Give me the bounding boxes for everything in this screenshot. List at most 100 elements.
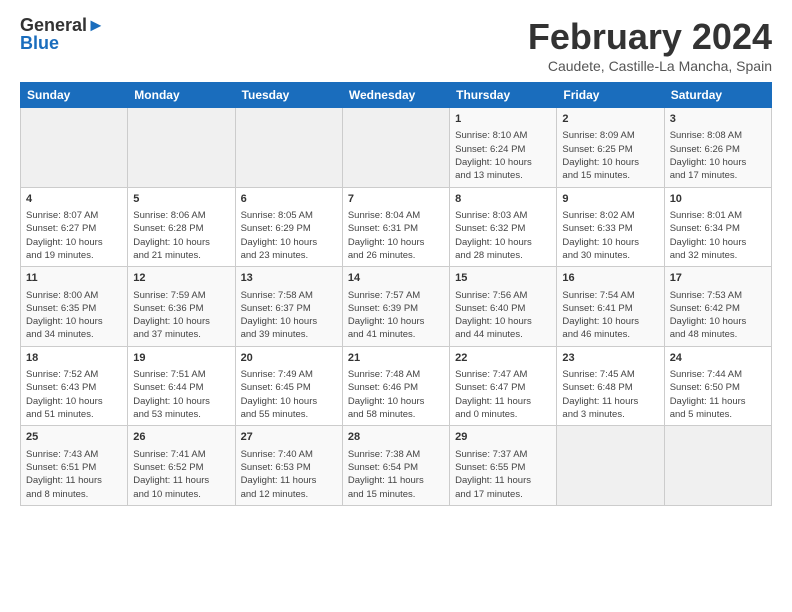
day-info: Sunrise: 8:04 AMSunset: 6:31 PMDaylight:… xyxy=(348,209,444,262)
days-row: SundayMondayTuesdayWednesdayThursdayFrid… xyxy=(21,83,772,108)
calendar-week-3: 11 Sunrise: 8:00 AMSunset: 6:35 PMDayligh… xyxy=(21,267,772,347)
day-number: 21 xyxy=(348,351,444,366)
calendar-cell: 16Sunrise: 7:54 AMSunset: 6:41 PMDayligh… xyxy=(557,267,664,347)
day-number: 23 xyxy=(562,351,658,366)
calendar-body: 1Sunrise: 8:10 AMSunset: 6:24 PMDaylight… xyxy=(21,108,772,506)
calendar-cell xyxy=(21,108,128,188)
page-header: General► Blue February 2024 Caudete, Cas… xyxy=(20,16,772,74)
calendar-cell: 8 Sunrise: 8:03 AMSunset: 6:32 PMDaylight… xyxy=(450,187,557,267)
calendar-subtitle: Caudete, Castille-La Mancha, Spain xyxy=(528,58,772,74)
day-number: 12 xyxy=(133,271,229,286)
calendar-cell: 22 Sunrise: 7:47 AMSunset: 6:47 PMDayligh… xyxy=(450,346,557,426)
day-info: Sunrise: 7:59 AMSunset: 6:36 PMDaylight:… xyxy=(133,289,229,342)
day-number: 15 xyxy=(455,271,551,286)
calendar-cell: 7Sunrise: 8:04 AMSunset: 6:31 PMDaylight… xyxy=(342,187,449,267)
calendar-header: SundayMondayTuesdayWednesdayThursdayFrid… xyxy=(21,83,772,108)
day-info: Sunrise: 7:51 AMSunset: 6:44 PMDaylight:… xyxy=(133,368,229,421)
day-info: Sunrise: 8:02 AMSunset: 6:33 PMDaylight:… xyxy=(562,209,658,262)
day-header-wednesday: Wednesday xyxy=(342,83,449,108)
calendar-week-5: 25 Sunrise: 7:43 AMSunset: 6:51 PMDayligh… xyxy=(21,426,772,506)
calendar-cell xyxy=(342,108,449,188)
day-header-sunday: Sunday xyxy=(21,83,128,108)
calendar-cell: 17 Sunrise: 7:53 AMSunset: 6:42 PMDayligh… xyxy=(664,267,771,347)
calendar-cell: 15 Sunrise: 7:56 AMSunset: 6:40 PMDayligh… xyxy=(450,267,557,347)
day-info: Sunrise: 7:38 AMSunset: 6:54 PMDaylight:… xyxy=(348,448,444,501)
day-info: Sunrise: 7:45 AMSunset: 6:48 PMDaylight:… xyxy=(562,368,658,421)
day-info: Sunrise: 7:44 AMSunset: 6:50 PMDaylight:… xyxy=(670,368,766,421)
logo: General► Blue xyxy=(20,16,105,54)
calendar-cell xyxy=(664,426,771,506)
day-header-monday: Monday xyxy=(128,83,235,108)
calendar-title: February 2024 xyxy=(528,16,772,58)
day-info: Sunrise: 8:08 AMSunset: 6:26 PMDaylight:… xyxy=(670,129,766,182)
calendar-cell: 27Sunrise: 7:40 AMSunset: 6:53 PMDayligh… xyxy=(235,426,342,506)
calendar-week-4: 18 Sunrise: 7:52 AMSunset: 6:43 PMDayligh… xyxy=(21,346,772,426)
day-number: 25 xyxy=(26,430,122,445)
day-number: 3 xyxy=(670,112,766,127)
day-info: Sunrise: 7:49 AMSunset: 6:45 PMDaylight:… xyxy=(241,368,337,421)
title-block: February 2024 Caudete, Castille-La Manch… xyxy=(528,16,772,74)
day-number: 29 xyxy=(455,430,551,445)
day-header-thursday: Thursday xyxy=(450,83,557,108)
day-header-tuesday: Tuesday xyxy=(235,83,342,108)
calendar-cell: 26 Sunrise: 7:41 AMSunset: 6:52 PMDayligh… xyxy=(128,426,235,506)
calendar-cell: 25 Sunrise: 7:43 AMSunset: 6:51 PMDayligh… xyxy=(21,426,128,506)
calendar-cell: 9 Sunrise: 8:02 AMSunset: 6:33 PMDaylight… xyxy=(557,187,664,267)
calendar-cell: 4 Sunrise: 8:07 AMSunset: 6:27 PMDaylight… xyxy=(21,187,128,267)
day-number: 28 xyxy=(348,430,444,445)
day-info: Sunrise: 7:56 AMSunset: 6:40 PMDaylight:… xyxy=(455,289,551,342)
day-number: 20 xyxy=(241,351,337,366)
calendar-cell: 2Sunrise: 8:09 AMSunset: 6:25 PMDaylight… xyxy=(557,108,664,188)
calendar-cell: 14Sunrise: 7:57 AMSunset: 6:39 PMDayligh… xyxy=(342,267,449,347)
calendar-week-1: 1Sunrise: 8:10 AMSunset: 6:24 PMDaylight… xyxy=(21,108,772,188)
day-info: Sunrise: 7:48 AMSunset: 6:46 PMDaylight:… xyxy=(348,368,444,421)
day-info: Sunrise: 7:53 AMSunset: 6:42 PMDaylight:… xyxy=(670,289,766,342)
day-info: Sunrise: 8:03 AMSunset: 6:32 PMDaylight:… xyxy=(455,209,551,262)
calendar-cell: 24Sunrise: 7:44 AMSunset: 6:50 PMDayligh… xyxy=(664,346,771,426)
day-info: Sunrise: 8:00 AMSunset: 6:35 PMDaylight:… xyxy=(26,289,122,342)
calendar-cell: 23 Sunrise: 7:45 AMSunset: 6:48 PMDayligh… xyxy=(557,346,664,426)
day-number: 6 xyxy=(241,192,337,207)
calendar-cell xyxy=(557,426,664,506)
day-number: 10 xyxy=(670,192,766,207)
day-info: Sunrise: 7:43 AMSunset: 6:51 PMDaylight:… xyxy=(26,448,122,501)
day-info: Sunrise: 8:05 AMSunset: 6:29 PMDaylight:… xyxy=(241,209,337,262)
day-number: 26 xyxy=(133,430,229,445)
day-info: Sunrise: 8:07 AMSunset: 6:27 PMDaylight:… xyxy=(26,209,122,262)
calendar-cell: 10 Sunrise: 8:01 AMSunset: 6:34 PMDayligh… xyxy=(664,187,771,267)
calendar-week-2: 4 Sunrise: 8:07 AMSunset: 6:27 PMDaylight… xyxy=(21,187,772,267)
calendar-cell: 19 Sunrise: 7:51 AMSunset: 6:44 PMDayligh… xyxy=(128,346,235,426)
day-info: Sunrise: 7:57 AMSunset: 6:39 PMDaylight:… xyxy=(348,289,444,342)
day-header-saturday: Saturday xyxy=(664,83,771,108)
day-info: Sunrise: 7:47 AMSunset: 6:47 PMDaylight:… xyxy=(455,368,551,421)
day-number: 1 xyxy=(455,112,551,127)
calendar-cell: 21 Sunrise: 7:48 AMSunset: 6:46 PMDayligh… xyxy=(342,346,449,426)
day-number: 9 xyxy=(562,192,658,207)
calendar-cell: 5Sunrise: 8:06 AMSunset: 6:28 PMDaylight… xyxy=(128,187,235,267)
calendar-cell: 28 Sunrise: 7:38 AMSunset: 6:54 PMDayligh… xyxy=(342,426,449,506)
calendar-cell: 20 Sunrise: 7:49 AMSunset: 6:45 PMDayligh… xyxy=(235,346,342,426)
calendar-cell: 12 Sunrise: 7:59 AMSunset: 6:36 PMDayligh… xyxy=(128,267,235,347)
day-number: 16 xyxy=(562,271,658,286)
day-number: 5 xyxy=(133,192,229,207)
day-number: 11 xyxy=(26,271,122,286)
day-header-friday: Friday xyxy=(557,83,664,108)
day-number: 22 xyxy=(455,351,551,366)
day-number: 17 xyxy=(670,271,766,286)
calendar-cell: 1Sunrise: 8:10 AMSunset: 6:24 PMDaylight… xyxy=(450,108,557,188)
calendar-cell: 13Sunrise: 7:58 AMSunset: 6:37 PMDayligh… xyxy=(235,267,342,347)
day-info: Sunrise: 8:01 AMSunset: 6:34 PMDaylight:… xyxy=(670,209,766,262)
calendar-cell: 18 Sunrise: 7:52 AMSunset: 6:43 PMDayligh… xyxy=(21,346,128,426)
day-info: Sunrise: 7:41 AMSunset: 6:52 PMDaylight:… xyxy=(133,448,229,501)
day-info: Sunrise: 7:40 AMSunset: 6:53 PMDaylight:… xyxy=(241,448,337,501)
calendar-cell xyxy=(128,108,235,188)
day-info: Sunrise: 7:52 AMSunset: 6:43 PMDaylight:… xyxy=(26,368,122,421)
day-number: 18 xyxy=(26,351,122,366)
day-number: 13 xyxy=(241,271,337,286)
calendar-cell: 11 Sunrise: 8:00 AMSunset: 6:35 PMDayligh… xyxy=(21,267,128,347)
day-number: 8 xyxy=(455,192,551,207)
day-number: 2 xyxy=(562,112,658,127)
calendar-cell xyxy=(235,108,342,188)
day-number: 19 xyxy=(133,351,229,366)
day-number: 4 xyxy=(26,192,122,207)
